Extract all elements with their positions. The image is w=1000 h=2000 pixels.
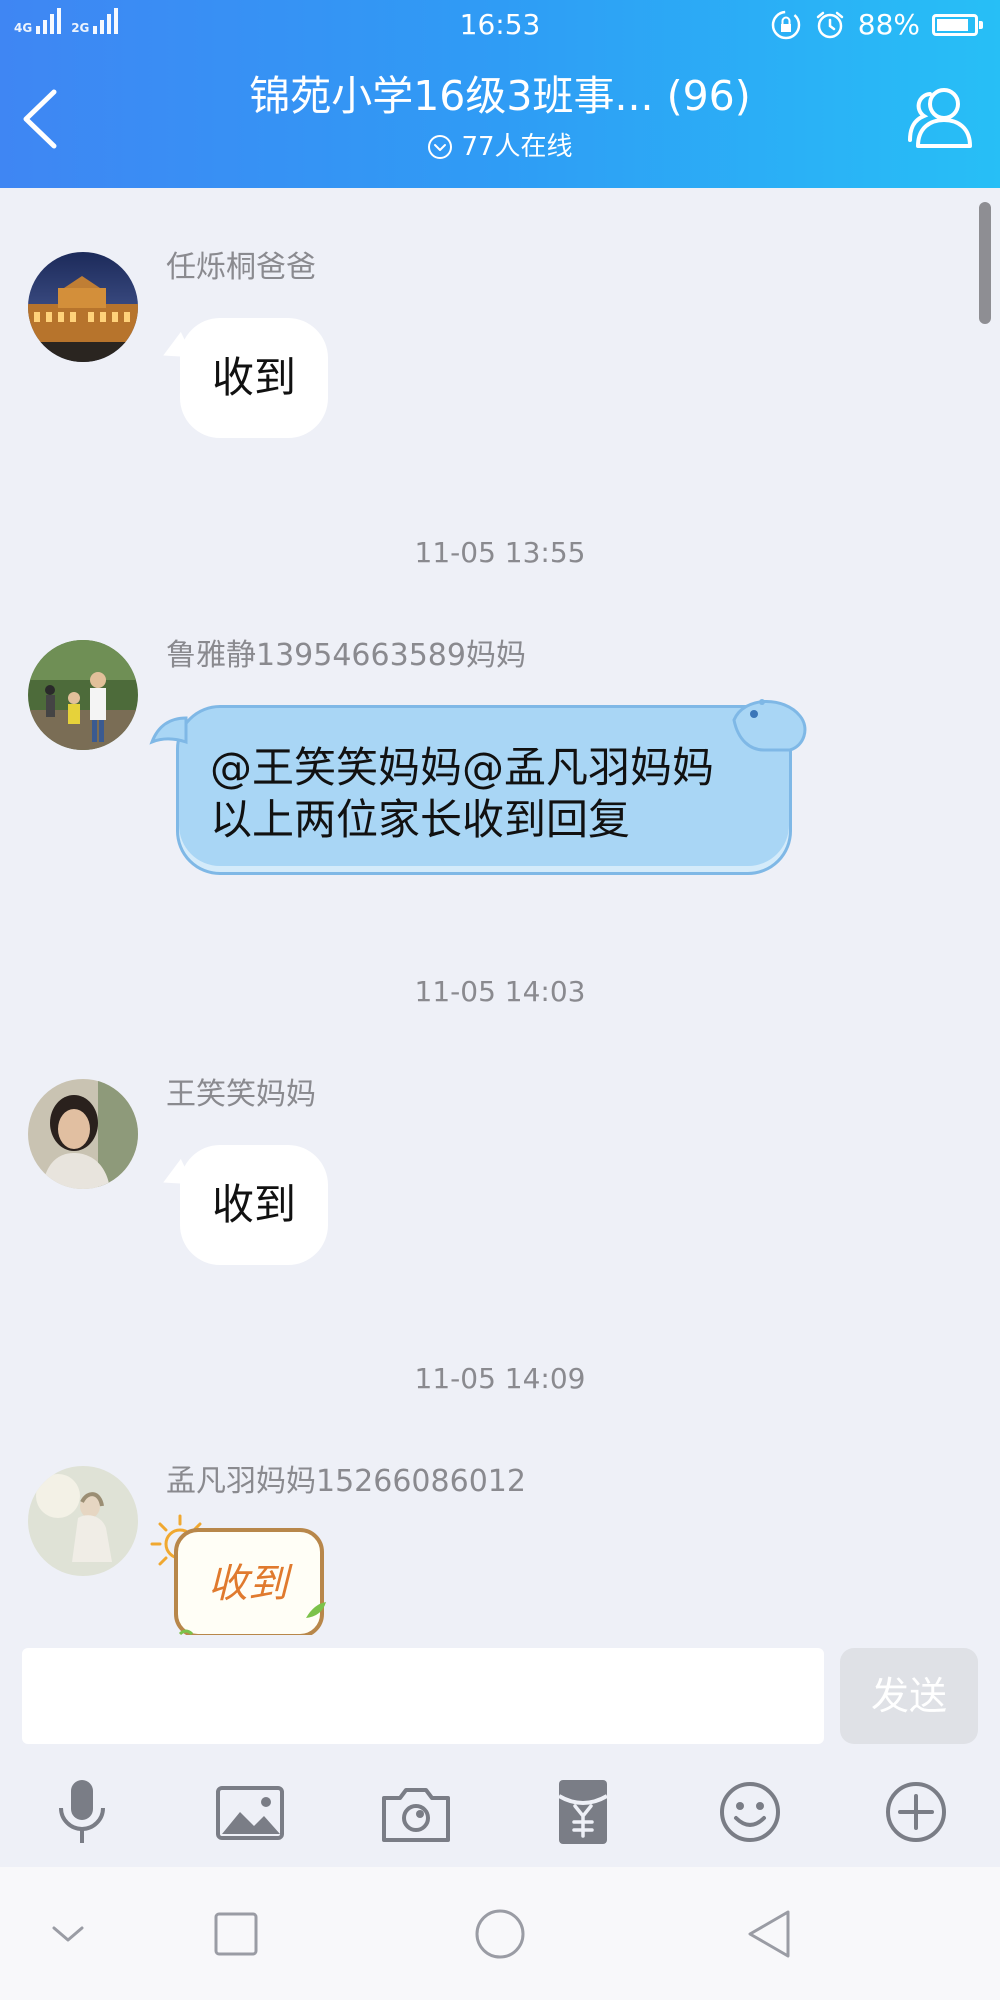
send-button[interactable]: 发送	[840, 1648, 978, 1744]
camera-icon[interactable]	[376, 1776, 456, 1848]
sender-name: 孟凡羽妈妈15266086012	[166, 1464, 526, 1499]
online-count-row[interactable]: 77人在线	[0, 131, 1000, 163]
sender-name: 任烁桐爸爸	[166, 250, 316, 285]
message-bubble[interactable]: 收到	[180, 1145, 328, 1265]
message-timestamp: 11-05 14:09	[414, 1362, 586, 1395]
online-count: 77人在线	[461, 132, 573, 162]
sticker-text: 收到	[208, 1561, 288, 1607]
message-text: 收到	[211, 353, 296, 402]
chevron-circle-icon	[428, 135, 453, 159]
battery-level	[937, 19, 969, 31]
message-text-line: 以上两位家长收到回复	[210, 795, 631, 844]
avatar-louvre-night-image	[28, 252, 138, 362]
status-icons: 88%	[770, 8, 983, 42]
chat-scrollbar[interactable]	[979, 202, 991, 324]
group-title[interactable]: 锦苑小学16级3班事... (96)	[180, 72, 820, 120]
chevron-down-icon[interactable]	[38, 1908, 98, 1960]
battery-icon	[932, 14, 983, 36]
battery-percent: 88%	[857, 8, 920, 41]
message-text-multiline: @王笑笑妈妈@孟凡羽妈妈 以上两位家长收到回复	[210, 742, 714, 846]
message-timestamp: 11-05 13:55	[414, 536, 586, 569]
emoji-icon[interactable]	[710, 1776, 790, 1848]
triangle-back-icon[interactable]	[740, 1908, 800, 1960]
sender-name: 王笑笑妈妈	[166, 1077, 316, 1112]
message-bubble[interactable]: 收到	[180, 318, 328, 438]
avatar[interactable]	[28, 252, 138, 362]
message-text: 收到	[211, 1180, 296, 1229]
bubble-whale-decoration-icon	[732, 699, 807, 752]
image-icon[interactable]	[210, 1776, 290, 1848]
avatar-girl-sketch-image	[28, 1466, 138, 1576]
header-bar: 4G 2G 16:53 88% 锦苑小学16级3班事... (96) 77人在线	[0, 0, 1000, 188]
avatar[interactable]	[28, 1079, 138, 1189]
avatar[interactable]	[28, 1466, 138, 1576]
avatar[interactable]	[28, 640, 138, 750]
avatar-park-people-image	[28, 640, 138, 750]
message-timestamp: 11-05 14:03	[414, 975, 586, 1008]
message-text-line: @王笑笑妈妈@孟凡羽妈妈	[210, 743, 715, 792]
circle-icon[interactable]	[470, 1908, 530, 1960]
message-input[interactable]	[22, 1648, 824, 1744]
microphone-icon[interactable]	[42, 1776, 122, 1848]
alarm-icon	[816, 11, 844, 39]
avatar-woman-portrait-image	[28, 1079, 138, 1189]
lock-rotation-icon	[771, 10, 801, 40]
plus-icon[interactable]	[876, 1776, 956, 1848]
group-members-icon[interactable]	[904, 80, 978, 154]
square-icon[interactable]	[206, 1908, 266, 1960]
sender-name: 鲁雅静13954663589妈妈	[166, 638, 526, 673]
bubble-tail-icon	[149, 716, 188, 745]
red-packet-icon[interactable]	[543, 1776, 623, 1848]
